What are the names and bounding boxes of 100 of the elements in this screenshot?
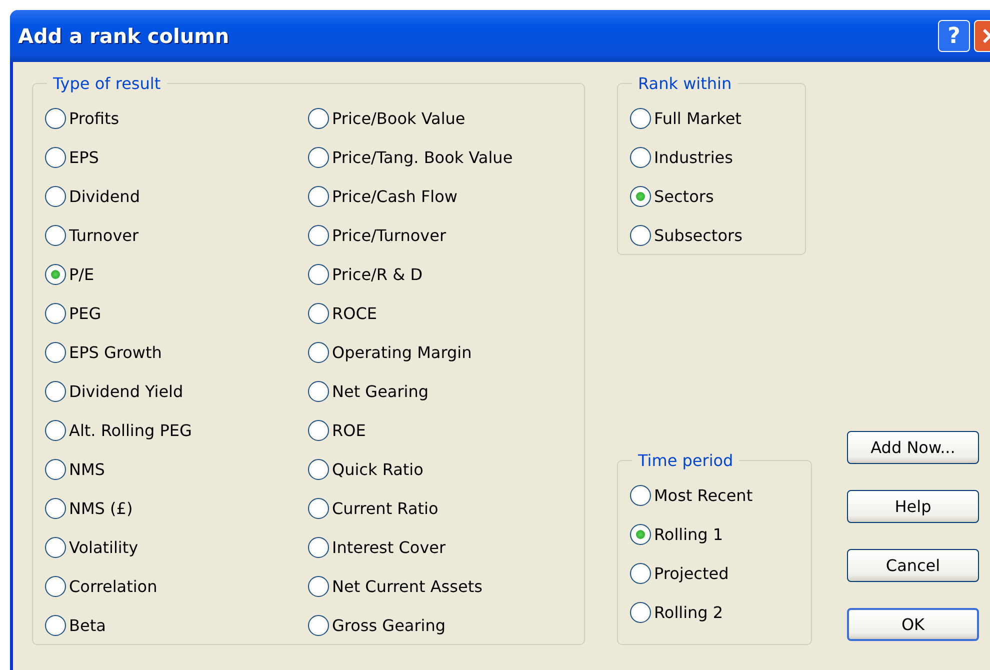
radio-button[interactable] — [308, 264, 329, 285]
help-button[interactable]: ? — [938, 20, 970, 52]
radio-option[interactable]: Interest Cover — [308, 528, 571, 567]
group-title: Rank within — [637, 74, 733, 93]
radio-button[interactable] — [308, 342, 329, 363]
radio-option[interactable]: Subsectors — [630, 216, 800, 255]
radio-option[interactable]: Quick Ratio — [308, 450, 571, 489]
radio-option[interactable]: Turnover — [45, 216, 308, 255]
radio-option[interactable]: Price/Cash Flow — [308, 177, 571, 216]
option-label: Gross Gearing — [332, 616, 446, 635]
radio-button[interactable] — [45, 459, 66, 480]
radio-option[interactable]: Current Ratio — [308, 489, 571, 528]
radio-option[interactable]: EPS Growth — [45, 333, 308, 372]
group-title: Type of result — [52, 74, 162, 93]
radio-option[interactable]: Dividend Yield — [45, 372, 308, 411]
radio-option[interactable]: Rolling 1 — [630, 515, 805, 554]
group-title: Time period — [637, 451, 734, 470]
radio-option[interactable]: NMS — [45, 450, 308, 489]
option-label: Projected — [654, 564, 729, 583]
option-label: Beta — [69, 616, 106, 635]
radio-option[interactable]: Correlation — [45, 567, 308, 606]
radio-button[interactable] — [45, 147, 66, 168]
radio-button[interactable] — [308, 498, 329, 519]
radio-option[interactable]: Net Gearing — [308, 372, 571, 411]
radio-button[interactable] — [630, 563, 651, 584]
radio-button[interactable] — [45, 420, 66, 441]
radio-button[interactable] — [45, 264, 66, 285]
radio-button[interactable] — [45, 498, 66, 519]
radio-button[interactable] — [308, 420, 329, 441]
option-label: NMS (£) — [69, 499, 133, 518]
radio-button[interactable] — [630, 225, 651, 246]
radio-button[interactable] — [308, 381, 329, 402]
radio-button[interactable] — [308, 225, 329, 246]
dialog-button[interactable]: OK — [847, 608, 979, 641]
radio-button[interactable] — [45, 303, 66, 324]
radio-option[interactable]: Gross Gearing — [308, 606, 571, 645]
radio-option[interactable]: NMS (£) — [45, 489, 308, 528]
radio-button[interactable] — [630, 147, 651, 168]
radio-option[interactable]: Alt. Rolling PEG — [45, 411, 308, 450]
radio-option[interactable]: Price/Book Value — [308, 99, 571, 138]
dialog-button[interactable]: Cancel — [847, 549, 979, 582]
radio-button[interactable] — [45, 576, 66, 597]
radio-button[interactable] — [630, 485, 651, 506]
radio-button[interactable] — [45, 225, 66, 246]
dialog-button[interactable]: Add Now... — [847, 431, 979, 464]
radio-button[interactable] — [45, 381, 66, 402]
radio-option[interactable]: Sectors — [630, 177, 800, 216]
option-label: Correlation — [69, 577, 158, 596]
radio-option[interactable]: Full Market — [630, 99, 800, 138]
option-label: Price/Turnover — [332, 226, 446, 245]
radio-button[interactable] — [308, 459, 329, 480]
radio-button[interactable] — [308, 303, 329, 324]
option-label: Price/Cash Flow — [332, 187, 458, 206]
radio-option[interactable]: Beta — [45, 606, 308, 645]
radio-button[interactable] — [308, 147, 329, 168]
radio-button[interactable] — [45, 186, 66, 207]
dialog-button[interactable]: Help — [847, 490, 979, 523]
radio-button[interactable] — [630, 186, 651, 207]
option-label: ROCE — [332, 304, 377, 323]
option-label: Volatility — [69, 538, 138, 557]
radio-option[interactable]: ROE — [308, 411, 571, 450]
radio-option[interactable]: Industries — [630, 138, 800, 177]
option-label: Dividend Yield — [69, 382, 184, 401]
radio-option[interactable]: Net Current Assets — [308, 567, 571, 606]
radio-button[interactable] — [308, 576, 329, 597]
option-label: Rolling 1 — [654, 525, 724, 544]
window-title: Add a rank column — [18, 24, 230, 48]
option-label: Price/Book Value — [332, 109, 466, 128]
option-label: Rolling 2 — [654, 603, 724, 622]
option-label: EPS — [69, 148, 99, 167]
radio-option[interactable]: Price/Tang. Book Value — [308, 138, 571, 177]
radio-option[interactable]: Projected — [630, 554, 805, 593]
radio-option[interactable]: PEG — [45, 294, 308, 333]
radio-option[interactable]: ROCE — [308, 294, 571, 333]
radio-option[interactable]: Volatility — [45, 528, 308, 567]
radio-button[interactable] — [308, 186, 329, 207]
option-label: Subsectors — [654, 226, 742, 245]
option-label: Alt. Rolling PEG — [69, 421, 192, 440]
radio-option[interactable]: Price/R & D — [308, 255, 571, 294]
radio-option[interactable]: Rolling 2 — [630, 593, 805, 632]
radio-button[interactable] — [630, 108, 651, 129]
option-label: Price/R & D — [332, 265, 423, 284]
radio-button[interactable] — [308, 615, 329, 636]
radio-option[interactable]: P/E — [45, 255, 308, 294]
radio-option[interactable]: Operating Margin — [308, 333, 571, 372]
radio-button[interactable] — [308, 537, 329, 558]
radio-button[interactable] — [45, 537, 66, 558]
radio-option[interactable]: EPS — [45, 138, 308, 177]
radio-option[interactable]: Price/Turnover — [308, 216, 571, 255]
radio-option[interactable]: Most Recent — [630, 476, 805, 515]
option-label: Net Current Assets — [332, 577, 482, 596]
radio-option[interactable]: Dividend — [45, 177, 308, 216]
radio-button[interactable] — [630, 524, 651, 545]
option-label: Current Ratio — [332, 499, 438, 518]
radio-button[interactable] — [45, 342, 66, 363]
radio-button[interactable] — [630, 602, 651, 623]
radio-button[interactable] — [45, 108, 66, 129]
radio-option[interactable]: Profits — [45, 99, 308, 138]
radio-button[interactable] — [45, 615, 66, 636]
radio-button[interactable] — [308, 108, 329, 129]
